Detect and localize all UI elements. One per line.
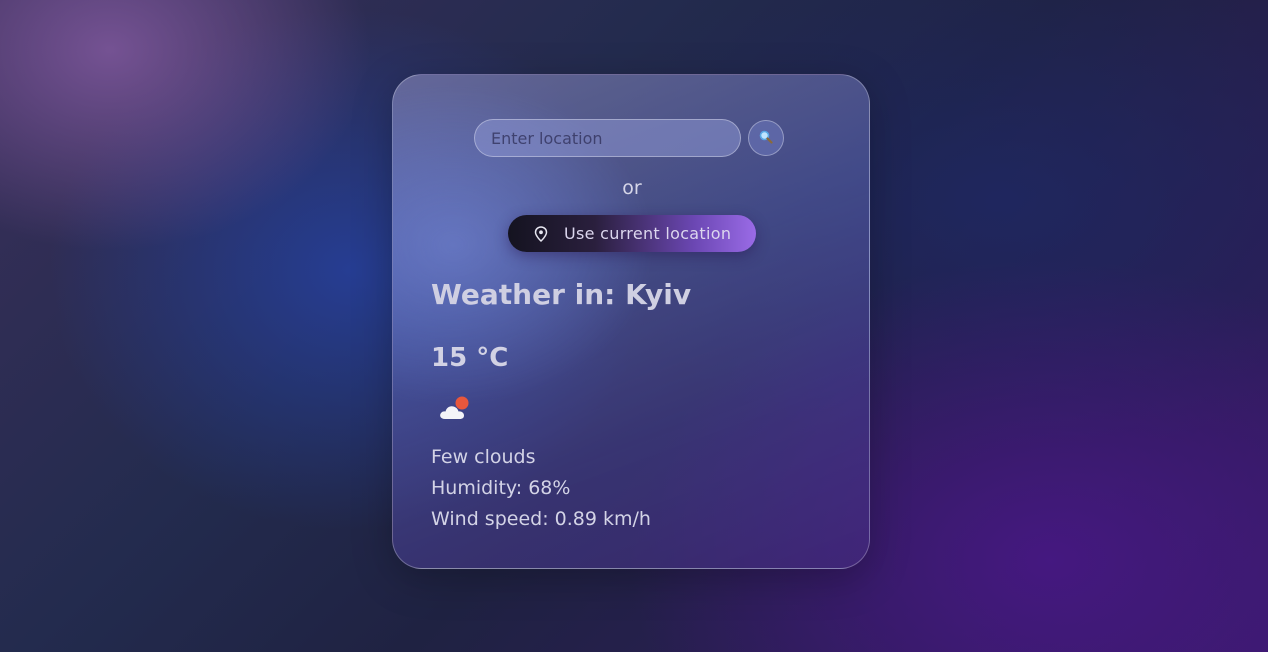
wind-speed-value: Wind speed: 0.89 km/h [431, 508, 651, 530]
few-clouds-icon [437, 393, 475, 423]
weather-details: Few clouds Humidity: 68% Wind speed: 0.8… [431, 442, 651, 535]
or-divider-text: or [622, 177, 642, 199]
temperature-value: 15 °C [431, 343, 509, 373]
search-button[interactable] [748, 120, 784, 156]
map-pin-icon [532, 225, 550, 243]
search-icon [759, 130, 773, 147]
weather-card: or Use current location Weather in: Kyiv… [392, 74, 870, 569]
use-current-location-label: Use current location [564, 224, 732, 243]
search-bar [474, 119, 784, 157]
weather-location-title: Weather in: Kyiv [431, 278, 692, 311]
weather-description: Few clouds [431, 446, 536, 468]
location-search-input[interactable] [474, 119, 741, 157]
humidity-value: Humidity: 68% [431, 477, 571, 499]
use-current-location-button[interactable]: Use current location [508, 215, 756, 252]
